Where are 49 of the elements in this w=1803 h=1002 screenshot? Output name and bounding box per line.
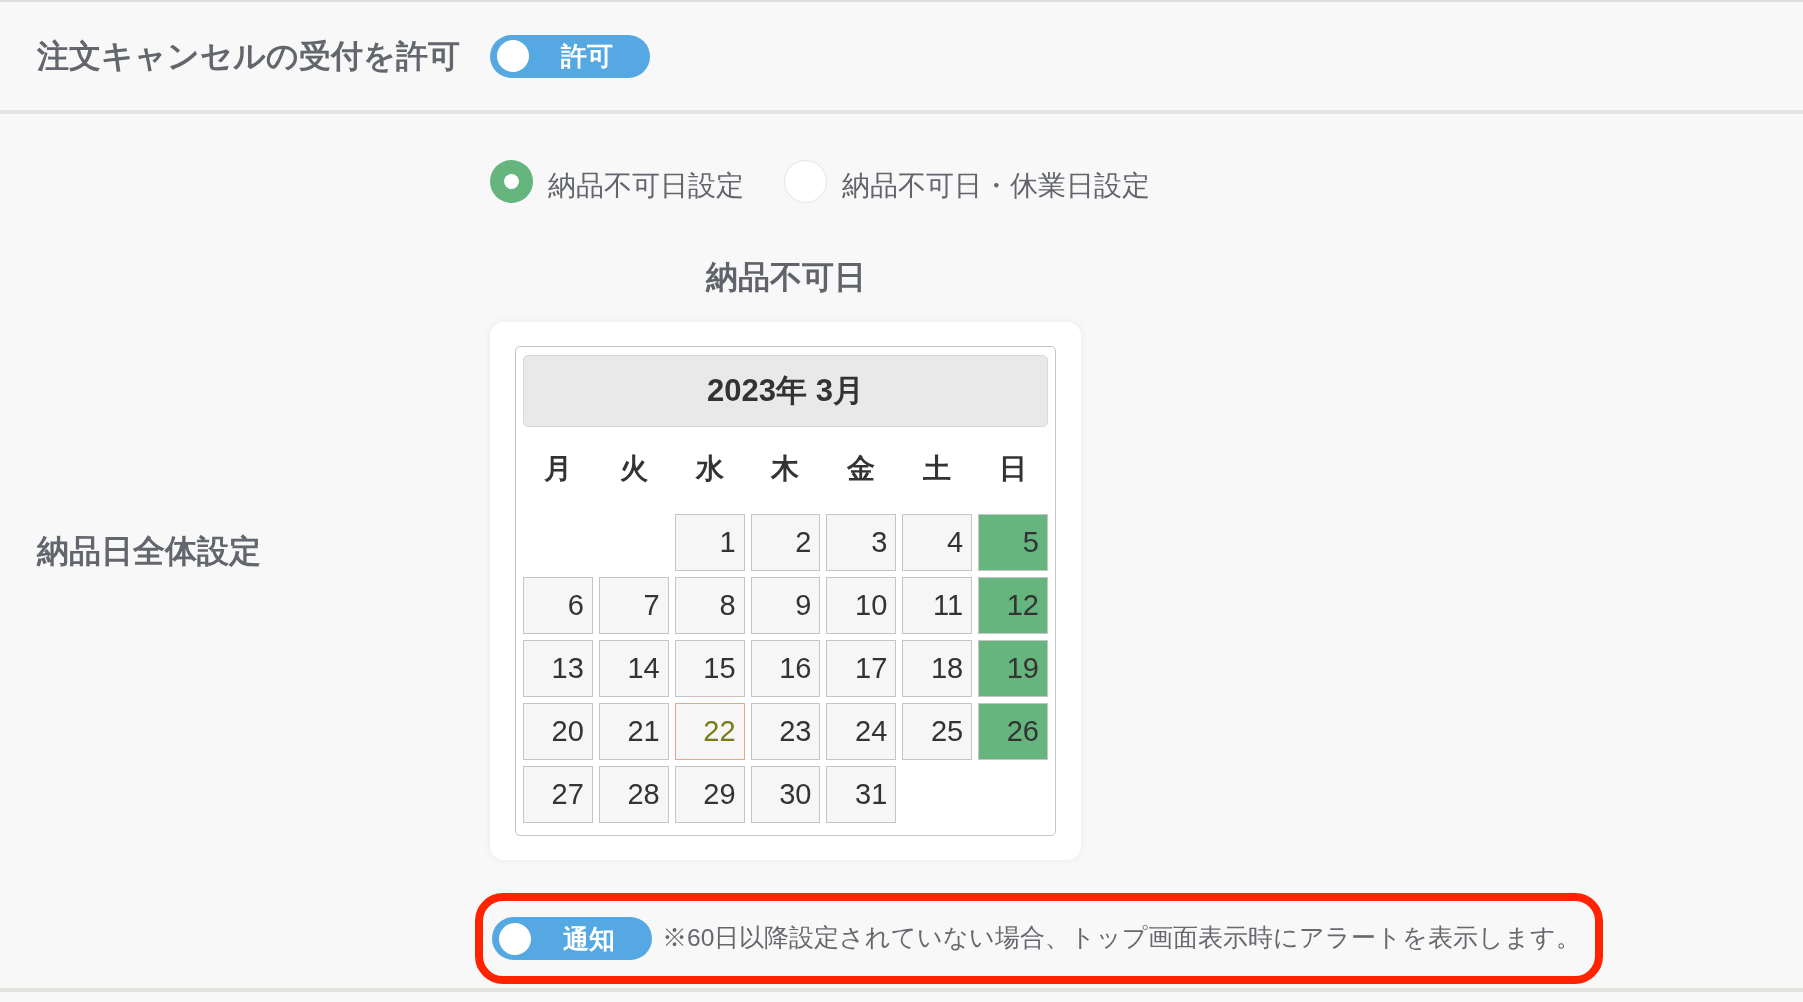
day-cell[interactable]: 18 [902, 640, 973, 697]
day-cell[interactable]: 8 [674, 577, 745, 634]
weekday-label: 水 [695, 452, 724, 486]
day-cell[interactable]: 26 [978, 703, 1048, 760]
day-cell[interactable]: 30 [750, 766, 821, 823]
day-cell[interactable]: 28 [598, 766, 669, 823]
weekday-label: 木 [771, 452, 800, 486]
day-cell[interactable]: 11 [902, 577, 973, 634]
day-cell[interactable]: 15 [674, 640, 745, 697]
weekday-label: 日 [999, 452, 1028, 486]
day-cell[interactable]: 29 [674, 766, 745, 823]
day-cell[interactable]: 7 [598, 577, 669, 634]
day-cell[interactable]: 9 [750, 577, 821, 634]
day-cell[interactable]: 21 [598, 703, 669, 760]
day-cell[interactable]: 31 [826, 766, 897, 823]
day-cell[interactable]: 19 [978, 640, 1048, 697]
radio-label[interactable]: 納品不可日・休業日設定 [842, 172, 1150, 200]
day-cell[interactable]: 22 [674, 703, 745, 760]
month-header: 2023年 3月 [523, 355, 1048, 427]
day-cell[interactable]: 3 [826, 514, 897, 571]
radio-label[interactable]: 納品不可日設定 [548, 172, 744, 200]
day-cell[interactable]: 16 [750, 640, 821, 697]
day-cell[interactable]: 27 [523, 766, 593, 823]
day-cell[interactable]: 17 [826, 640, 897, 697]
circle-knob-icon [499, 922, 531, 955]
day-cell[interactable]: 10 [826, 577, 897, 634]
day-cell[interactable]: 12 [978, 577, 1048, 634]
radio-button[interactable] [490, 159, 533, 203]
day-cell[interactable]: 23 [750, 703, 821, 760]
calendar-heading: 納品不可日 [705, 258, 866, 297]
weekday-label: 土 [923, 452, 952, 486]
weekday-label: 金 [847, 452, 876, 486]
weekday-label: 火 [619, 452, 648, 486]
setting-label: 納品日全体設定 [37, 532, 261, 571]
day-cell[interactable]: 13 [523, 640, 593, 697]
day-cell[interactable]: 2 [750, 514, 821, 571]
note-text: ※60日以降設定されていない場合、トップ画面表示時にアラートを表示します。 [662, 923, 1582, 954]
day-cell[interactable]: 24 [826, 703, 897, 760]
day-cell[interactable]: 1 [674, 514, 745, 571]
radio-button[interactable] [784, 159, 827, 203]
day-cell[interactable]: 14 [598, 640, 669, 697]
setting-label: 注文キャンセルの受付を許可 [37, 37, 461, 76]
day-cell[interactable]: 25 [902, 703, 973, 760]
day-cell[interactable]: 6 [523, 577, 593, 634]
day-cell[interactable]: 20 [523, 703, 593, 760]
weekday-label: 月 [543, 452, 572, 486]
day-cell[interactable]: 4 [902, 514, 973, 571]
day-cell[interactable]: 5 [978, 514, 1048, 571]
circle-knob-icon [497, 40, 529, 72]
